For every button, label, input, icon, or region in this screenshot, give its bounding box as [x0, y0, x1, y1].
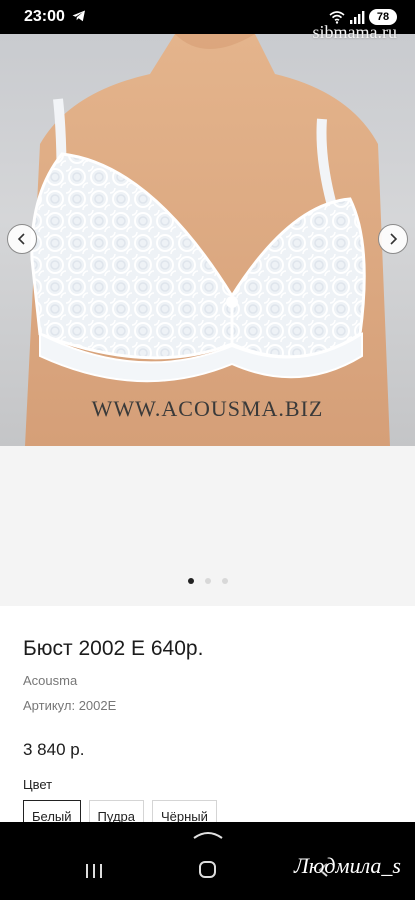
recents-icon[interactable] — [84, 863, 104, 879]
status-time: 23:00 — [24, 8, 65, 25]
product-brand[interactable]: Acousma — [23, 673, 77, 688]
gallery-caption: WWW.ACOUSMA.BIZ — [91, 396, 324, 421]
product-price: 3 840 р. — [23, 740, 85, 759]
gallery-next-button[interactable] — [378, 224, 408, 254]
watermark-top: sibmama.ru — [312, 22, 397, 42]
pagination-dot[interactable] — [204, 578, 211, 584]
pagination-dot[interactable] — [187, 578, 194, 584]
product-title: Бюст 2002 Е 640р. — [23, 637, 204, 660]
signature-watermark: Людмила_s — [293, 853, 401, 878]
chevron-right-icon — [390, 233, 398, 245]
gallery-prev-button[interactable] — [7, 224, 37, 254]
chevron-up-icon[interactable] — [192, 828, 224, 840]
telegram-icon — [72, 10, 85, 22]
product-sku: Артикул: 2002E — [23, 698, 117, 713]
home-icon[interactable] — [199, 861, 216, 878]
color-label: Цвет — [23, 777, 53, 792]
gallery-pagination — [0, 578, 415, 584]
product-photo — [25, 34, 390, 446]
product-gallery[interactable]: WWW.ACOUSMA.BIZ — [0, 34, 415, 446]
chevron-left-icon — [17, 233, 25, 245]
pagination-dot[interactable] — [221, 578, 228, 584]
